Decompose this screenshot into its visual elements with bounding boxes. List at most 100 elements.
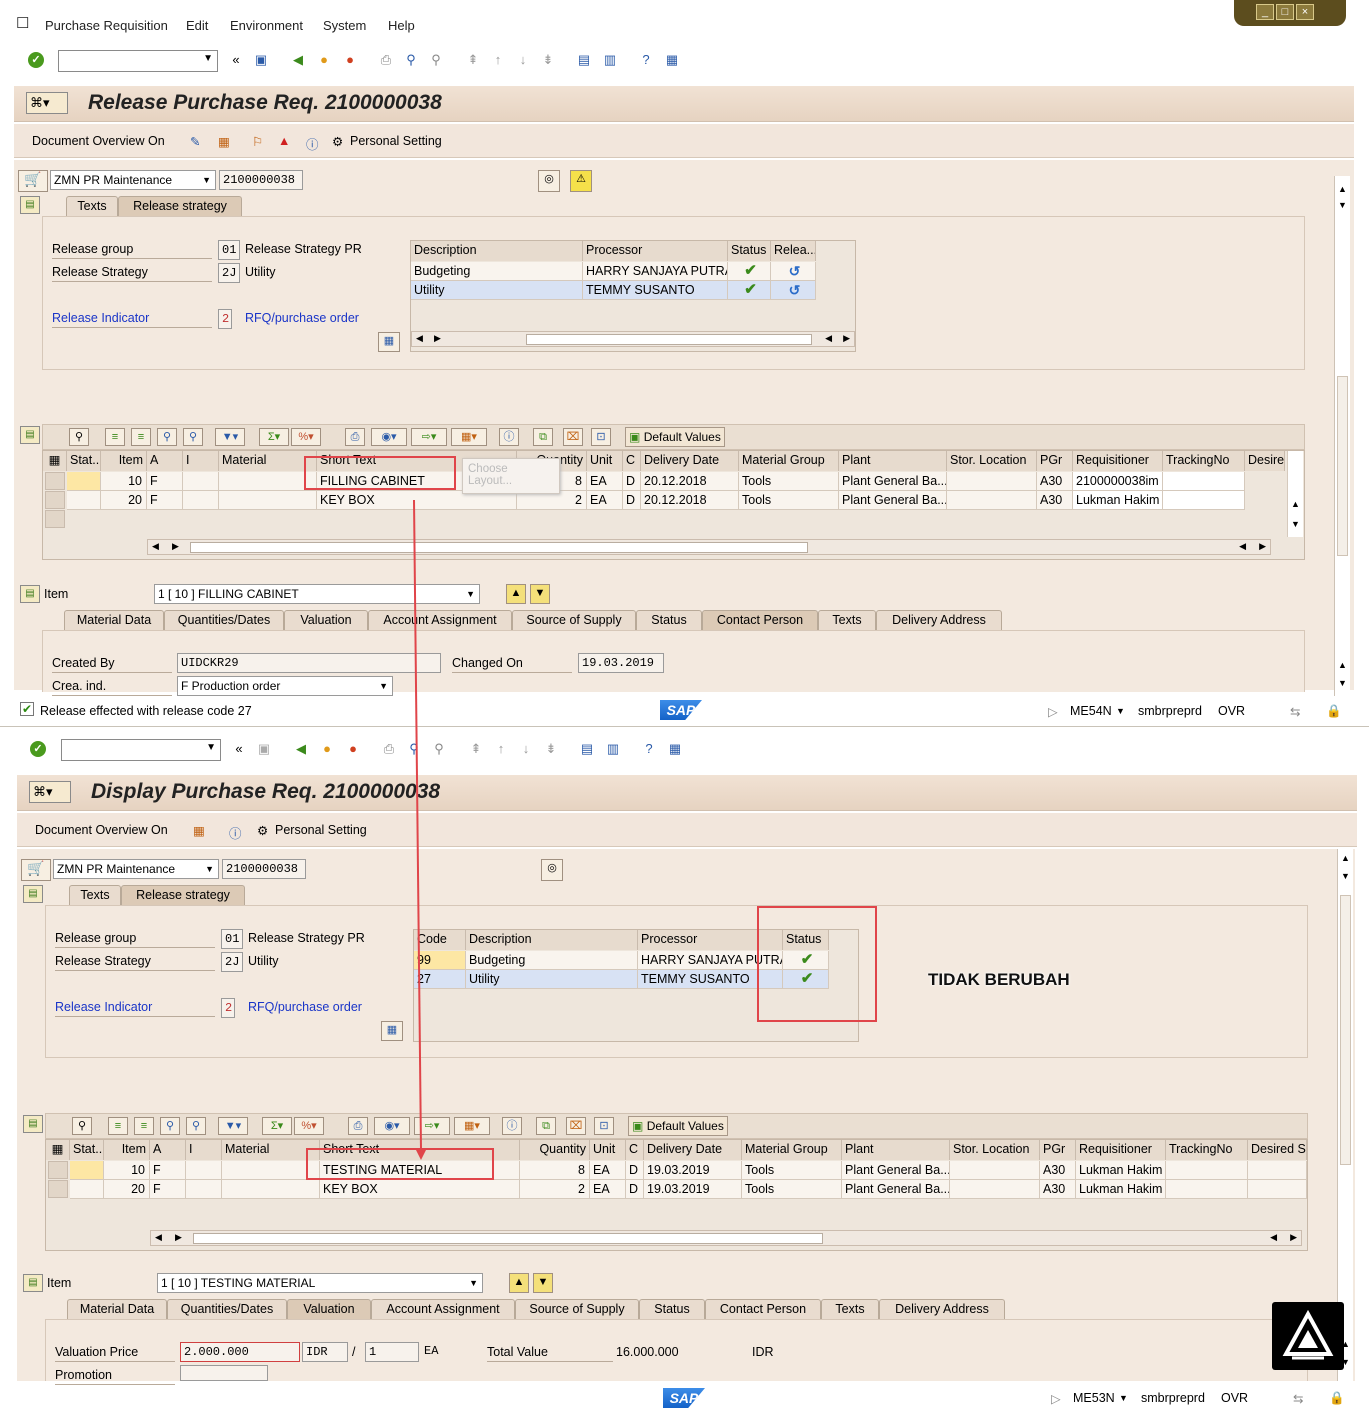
other-pr-icon[interactable]: ▦ — [218, 134, 230, 149]
column-header[interactable]: Material — [219, 451, 317, 471]
column-header[interactable]: Item — [101, 451, 147, 471]
table-cell[interactable]: A30 — [1040, 1161, 1076, 1180]
column-header[interactable]: Quantity — [520, 1140, 590, 1160]
details-icon[interactable]: ⚲ — [72, 1117, 92, 1135]
delete-icon[interactable]: ⌧ — [566, 1117, 586, 1135]
column-header[interactable]: TrackingNo — [1166, 1140, 1248, 1160]
layout-menu-icon[interactable]: ▦ — [664, 52, 680, 68]
warning-icon[interactable]: ⚠ — [570, 170, 592, 192]
tab-texts[interactable]: Texts — [818, 610, 876, 630]
table-cell[interactable] — [950, 1161, 1040, 1180]
copy-icon[interactable]: ⧉ — [536, 1117, 556, 1135]
info-icon[interactable]: ⓘ — [499, 428, 519, 446]
close-icon[interactable]: × — [1296, 4, 1314, 20]
sort-desc-icon[interactable]: ≡ — [131, 428, 151, 446]
sort-asc-icon[interactable]: ≡ — [105, 428, 125, 446]
column-header[interactable]: Relea... — [771, 241, 816, 261]
release-undo-icon[interactable]: ↺ — [771, 281, 816, 300]
services-object-icon[interactable]: ⌘▾ — [26, 92, 68, 114]
item-select[interactable]: 1 [ 10 ] TESTING MATERIAL ▼ — [157, 1273, 483, 1293]
print-icon[interactable]: ⎙ — [381, 741, 397, 757]
find-icon[interactable]: ⚲ — [157, 428, 177, 446]
table-cell[interactable] — [186, 1180, 222, 1199]
table-cell[interactable]: Plant General Ba... — [839, 472, 947, 491]
command-field[interactable]: ▼ — [61, 739, 221, 761]
export-icon[interactable]: ⇨▾ — [411, 428, 447, 446]
column-header[interactable]: Unit — [587, 451, 623, 471]
layout-grid-icon[interactable]: ▦ — [378, 332, 400, 352]
collapse-items-icon[interactable]: ▤ — [20, 426, 40, 444]
release-indicator-label[interactable]: Release Indicator — [55, 1000, 215, 1017]
document-number-field[interactable]: 2100000038 — [219, 170, 303, 190]
info-icon[interactable]: ⓘ — [306, 134, 319, 153]
table-cell[interactable]: 20.12.2018 — [641, 491, 739, 510]
tab-account-assignment[interactable]: Account Assignment — [368, 610, 512, 630]
scroll-right-icon[interactable]: ▶ — [1290, 1232, 1297, 1243]
scroll-thumb[interactable] — [526, 334, 812, 345]
export-icon[interactable]: ⇨▾ — [414, 1117, 450, 1135]
help-icon[interactable]: ? — [638, 52, 654, 68]
scroll-down-icon[interactable]: ▼ — [1341, 871, 1350, 881]
collapse-icon[interactable]: « — [228, 52, 244, 68]
info-icon[interactable]: ⓘ — [229, 823, 242, 842]
table-cell[interactable]: Budgeting — [466, 951, 638, 970]
tab-source-of-supply[interactable]: Source of Supply — [515, 1299, 639, 1319]
table-cell[interactable] — [947, 472, 1037, 491]
tab-contact-person[interactable]: Contact Person — [705, 1299, 821, 1319]
column-header[interactable]: Requisitioner — [1076, 1140, 1166, 1160]
shortcut-icon[interactable]: ▥ — [602, 52, 618, 68]
main-vertical-scrollbar[interactable]: ▲ ▼ ▲ ▼ — [1334, 176, 1350, 696]
table-cell[interactable]: EA — [590, 1180, 626, 1199]
table-cell[interactable]: Tools — [739, 491, 839, 510]
cancel-icon[interactable]: ● — [345, 741, 361, 757]
scroll-left-icon[interactable]: ◀ — [155, 1232, 162, 1243]
table-cell[interactable]: 20 — [104, 1180, 150, 1199]
services-object-icon[interactable]: ⌘▾ — [29, 781, 71, 803]
collapse-items-icon[interactable]: ▤ — [23, 1115, 43, 1133]
table-cell[interactable]: F — [147, 491, 183, 510]
column-header[interactable]: A — [147, 451, 183, 471]
scroll-right-icon[interactable]: ▶ — [172, 541, 179, 552]
items-table-vscroll[interactable]: ▲ ▼ — [1287, 451, 1303, 537]
table-cell[interactable]: 27 — [414, 970, 466, 989]
table-cell[interactable]: 19.03.2019 — [644, 1180, 742, 1199]
row-selector[interactable] — [45, 472, 65, 490]
table-cell[interactable] — [1163, 472, 1245, 491]
table-cell[interactable] — [1248, 1180, 1307, 1199]
menu-edit[interactable]: Edit — [186, 18, 208, 33]
column-header[interactable]: Stor. Location — [947, 451, 1037, 471]
table-settings-icon[interactable]: ▦ — [46, 1140, 70, 1160]
table-cell[interactable]: TEMMY SUSANTO — [583, 281, 728, 300]
table-cell[interactable]: 19.03.2019 — [644, 1161, 742, 1180]
print-icon[interactable]: ⎙ — [345, 428, 365, 446]
scroll-down-icon[interactable]: ▼ — [1338, 678, 1347, 688]
collapse-item-detail-icon[interactable]: ▤ — [20, 585, 40, 603]
next-page-icon[interactable]: ↓ — [515, 52, 531, 68]
collapse-item-detail-icon[interactable]: ▤ — [23, 1274, 43, 1292]
new-session-icon[interactable]: ▤ — [579, 741, 595, 757]
column-header[interactable]: Code — [414, 930, 466, 950]
last-page-icon[interactable]: ⇟ — [543, 741, 559, 757]
table-cell[interactable]: Lukman Hakim — [1076, 1180, 1166, 1199]
table-cell[interactable]: 2 — [520, 1180, 590, 1199]
exit-icon[interactable]: ● — [319, 741, 335, 757]
item-select[interactable]: 1 [ 10 ] FILLING CABINET ▼ — [154, 584, 480, 604]
chevron-down-icon[interactable]: ▼ — [1116, 706, 1125, 716]
row-selector[interactable] — [45, 510, 65, 528]
items-table-scrollbar[interactable]: ◀ ▶ ◀ ▶ — [150, 1230, 1302, 1246]
tab-delivery-address[interactable]: Delivery Address — [876, 610, 1002, 630]
scroll-thumb[interactable] — [1340, 895, 1351, 1165]
first-page-icon[interactable]: ⇞ — [465, 52, 481, 68]
tab-quantities-dates[interactable]: Quantities/Dates — [164, 610, 284, 630]
table-cell[interactable]: 10 — [104, 1161, 150, 1180]
check-icon[interactable]: ▲ — [278, 134, 290, 148]
chevron-down-icon[interactable]: ▼ — [1119, 1393, 1128, 1403]
sum-icon[interactable]: Σ▾ — [262, 1117, 292, 1135]
back-icon[interactable]: ◀ — [290, 52, 306, 68]
column-header[interactable]: Desired Si — [1248, 1140, 1307, 1160]
row-selector[interactable] — [45, 491, 65, 509]
table-cell[interactable]: Plant General Ba... — [839, 491, 947, 510]
cart-icon[interactable]: 🛒 — [21, 859, 51, 881]
table-cell[interactable]: Lukman Hakim — [1073, 491, 1163, 510]
last-page-icon[interactable]: ⇟ — [540, 52, 556, 68]
